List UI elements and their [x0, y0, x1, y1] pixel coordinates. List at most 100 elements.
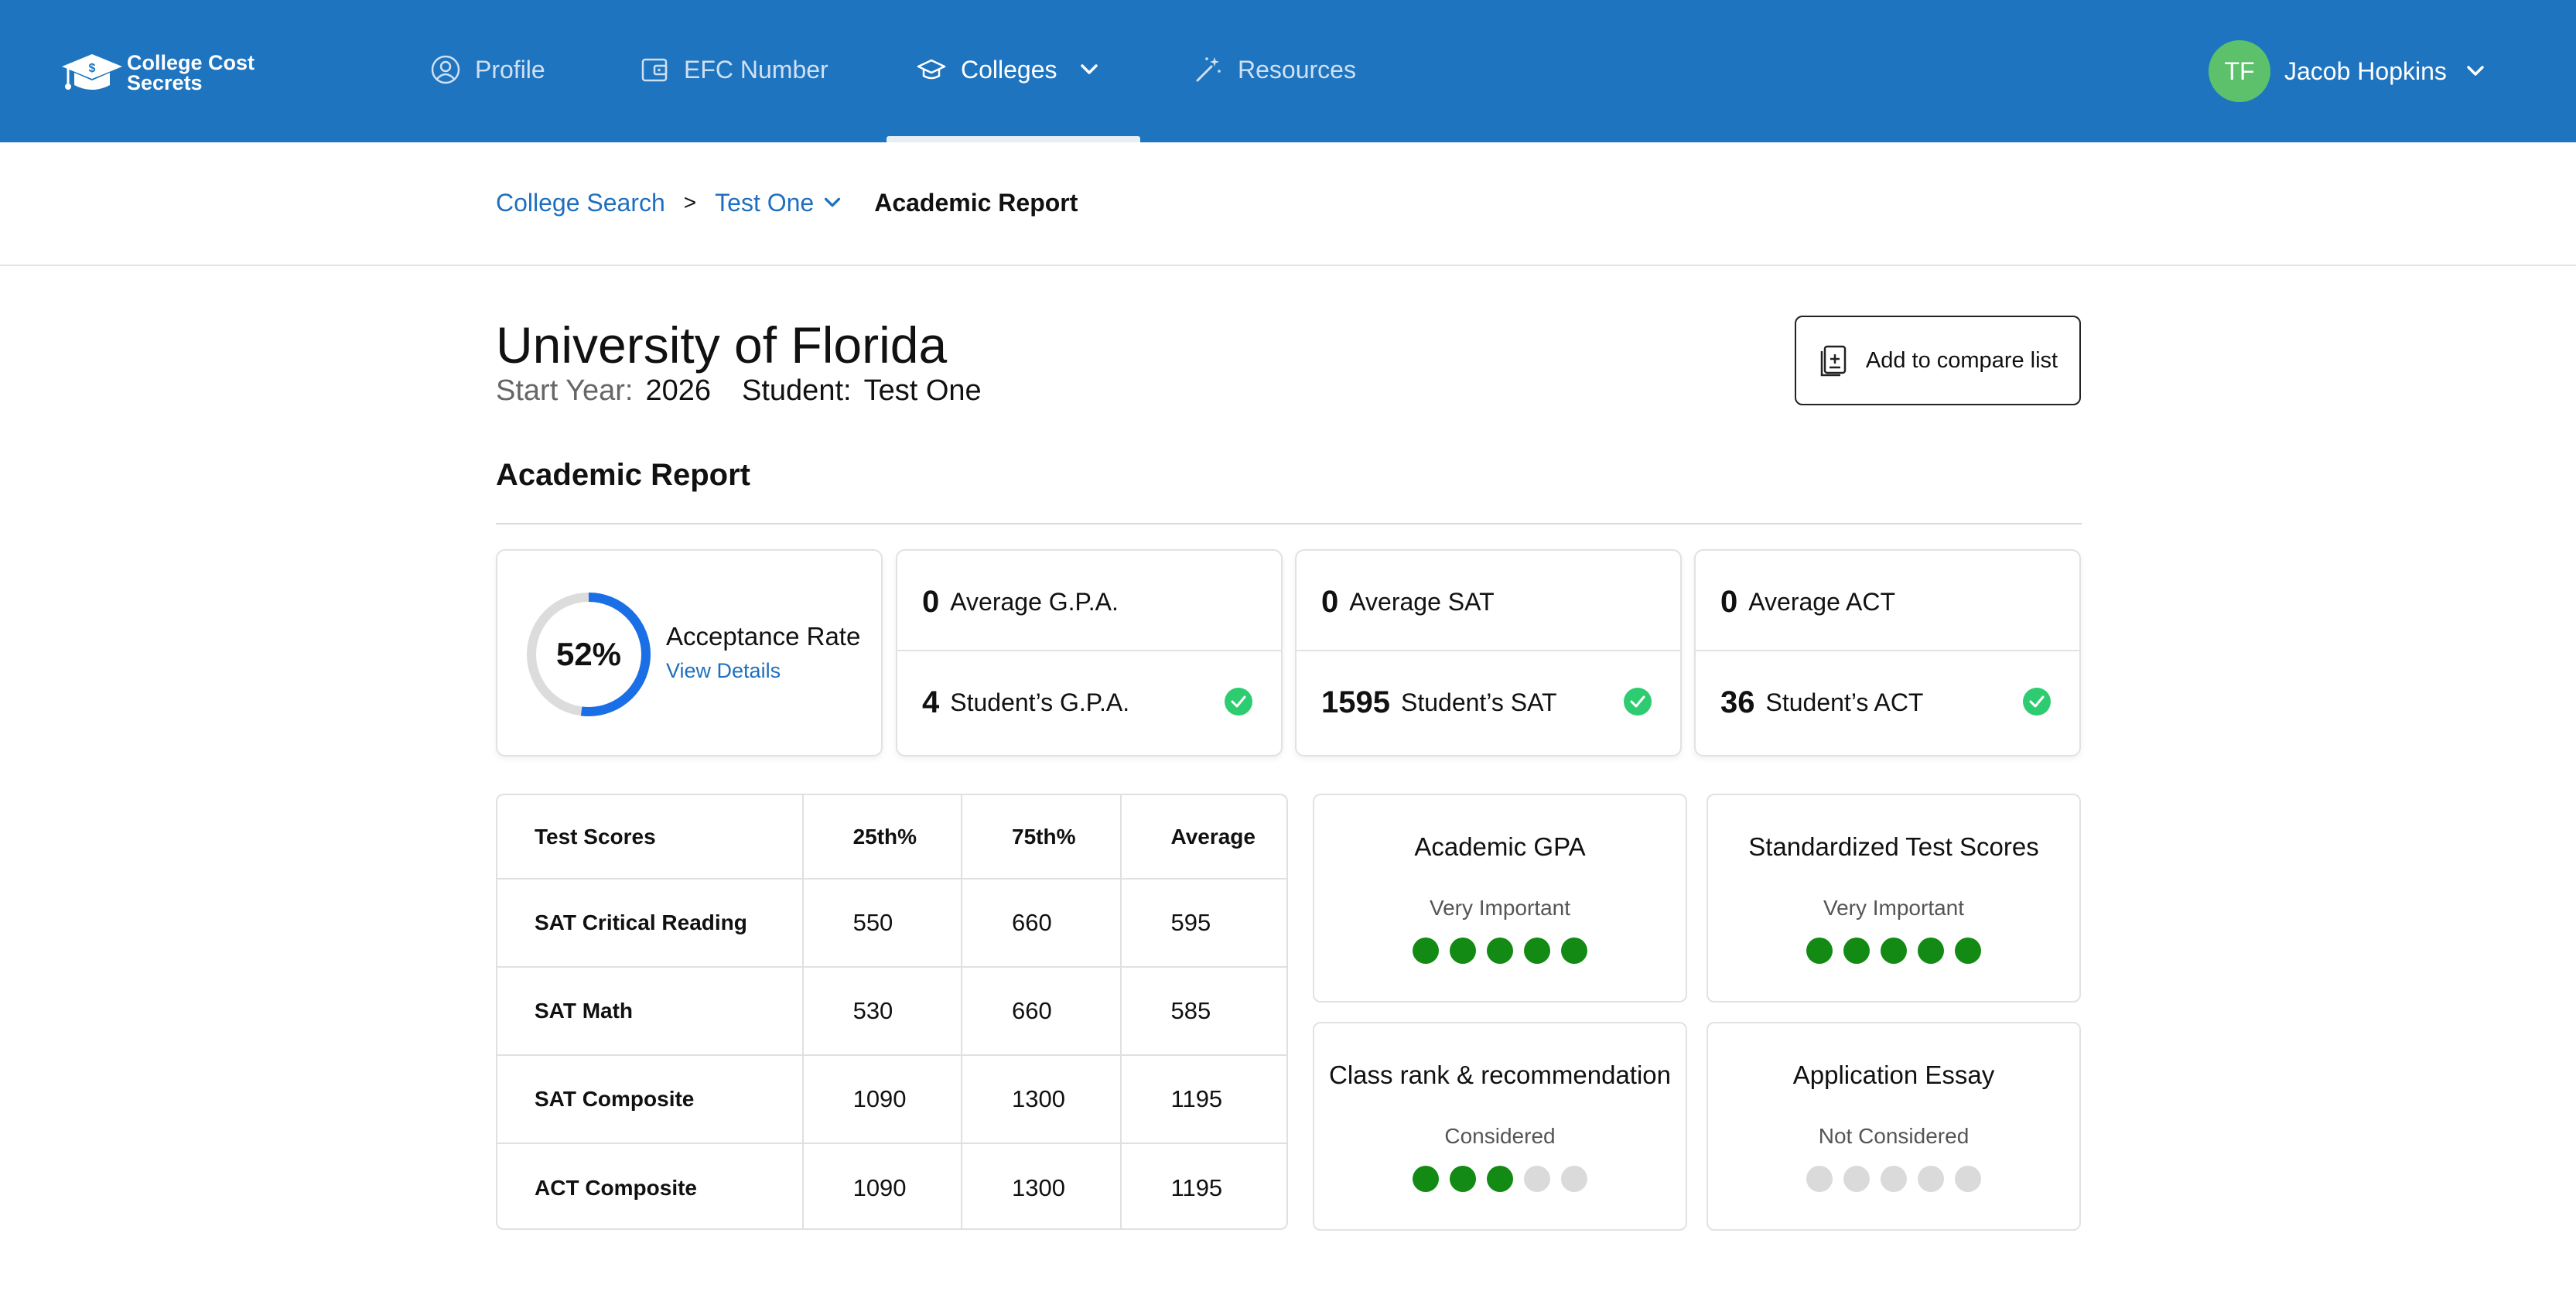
- add-to-compare-button[interactable]: Add to compare list: [1795, 316, 2081, 405]
- rating-dot-filled: [1843, 938, 1870, 964]
- table-row: SAT Composite 1090 1300 1195: [497, 1055, 1286, 1144]
- column-header: Average: [1120, 795, 1286, 880]
- nav-efc-label: EFC Number: [684, 55, 828, 84]
- column-header: 25th%: [802, 795, 963, 880]
- rating-dot-filled: [1450, 938, 1476, 964]
- card-divider: [1696, 650, 2079, 651]
- table-cell: 530: [802, 967, 963, 1056]
- row-label: SAT Math: [497, 967, 804, 1056]
- table-cell: 1300: [962, 1143, 1122, 1228]
- importance-card-test-scores: Standardized Test Scores Very Important: [1707, 794, 2081, 1003]
- brand-line-2: Secrets: [127, 71, 203, 94]
- importance-card-class-rank: Class rank & recommendation Considered: [1313, 1022, 1687, 1231]
- nav-colleges[interactable]: Colleges: [916, 53, 1101, 87]
- rating-dot-filled: [1806, 938, 1833, 964]
- brand-logo[interactable]: $ College Cost Secrets: [60, 48, 261, 97]
- table-cell: 660: [962, 967, 1122, 1056]
- nav-colleges-label: Colleges: [961, 55, 1057, 84]
- rating-dot-empty: [1843, 1166, 1870, 1192]
- table-row: SAT Math 530 660 585: [497, 967, 1286, 1056]
- rating-dot-empty: [1955, 1166, 1981, 1192]
- table-cell: 585: [1120, 967, 1286, 1056]
- table-row: SAT Critical Reading 550 660 595: [497, 879, 1286, 968]
- rating-dot-filled: [1413, 1166, 1439, 1192]
- average-sat: 0 Average SAT: [1321, 579, 1495, 625]
- importance-level: Not Considered: [1818, 1124, 1970, 1148]
- breadcrumb-student-select[interactable]: Test One: [715, 189, 843, 217]
- breadcrumb-college-search[interactable]: College Search: [496, 189, 665, 217]
- importance-rating: [1314, 1166, 1686, 1192]
- table-cell: 1300: [962, 1055, 1122, 1144]
- nav-resources-label: Resources: [1238, 55, 1356, 84]
- student-sat-label: Student’s SAT: [1400, 688, 1557, 716]
- table-cell: 1195: [1120, 1055, 1286, 1144]
- nav-resources[interactable]: Resources: [1193, 53, 1356, 87]
- breadcrumb-separator: >: [683, 190, 697, 214]
- user-menu[interactable]: TF Jacob Hopkins: [2209, 40, 2487, 102]
- student-gpa-label: Student’s G.P.A.: [950, 688, 1130, 716]
- table-cell: 1090: [802, 1055, 963, 1144]
- student-act-label: Student’s ACT: [1765, 688, 1924, 716]
- acceptance-rate-value: 52%: [555, 636, 622, 672]
- student-sat: 1595 Student’s SAT: [1321, 679, 1557, 726]
- average-gpa: 0 Average G.P.A.: [922, 579, 1119, 625]
- magic-wand-icon: [1196, 57, 1221, 82]
- importance-rating: [1708, 938, 2079, 964]
- row-label: ACT Composite: [497, 1143, 804, 1228]
- rating-dot-empty: [1918, 1166, 1944, 1192]
- chevron-down-icon: [825, 197, 841, 207]
- rating-dot-filled: [1487, 938, 1513, 964]
- graduation-cap-icon: [917, 59, 946, 80]
- brand-name: College Cost Secrets: [127, 51, 255, 94]
- chevron-down-icon: [2467, 66, 2484, 76]
- wallet-icon: [641, 58, 668, 82]
- graduation-cap-logo-icon: $: [62, 54, 122, 90]
- rating-dot-filled: [1561, 938, 1587, 964]
- add-to-compare-label: Add to compare list: [1865, 347, 2058, 373]
- student-value: Test One: [863, 374, 982, 407]
- nav-efc-number[interactable]: EFC Number: [639, 53, 828, 87]
- student-label: Student:: [742, 374, 852, 407]
- table-cell: 1090: [802, 1143, 963, 1228]
- check-circle-icon: [1624, 688, 1652, 716]
- gpa-card: 0 Average G.P.A. 4 Student’s G.P.A.: [896, 549, 1283, 757]
- average-sat-label: Average SAT: [1349, 587, 1495, 616]
- active-tab-indicator: [887, 136, 1140, 142]
- check-circle-icon: [2023, 688, 2051, 716]
- rating-dot-empty: [1806, 1166, 1833, 1192]
- breadcrumb: College Search > Test One Academic Repor…: [496, 187, 1078, 218]
- row-label: SAT Critical Reading: [497, 879, 804, 968]
- importance-card-essay: Application Essay Not Considered: [1707, 1022, 2081, 1231]
- brand-line-1: College Cost: [127, 51, 255, 74]
- card-divider: [897, 650, 1281, 651]
- test-scores-table: Test Scores 25th% 75th% Average SAT Crit…: [496, 794, 1288, 1230]
- average-act: 0 Average ACT: [1720, 579, 1895, 625]
- column-header: Test Scores: [497, 795, 804, 880]
- rating-dot-empty: [1524, 1166, 1550, 1192]
- start-year-value: 2026: [645, 374, 712, 407]
- average-gpa-label: Average G.P.A.: [950, 587, 1119, 616]
- sat-card: 0 Average SAT 1595 Student’s SAT: [1295, 549, 1682, 757]
- nav-profile[interactable]: Profile: [430, 53, 545, 87]
- rating-dot-filled: [1955, 938, 1981, 964]
- student-act: 36 Student’s ACT: [1720, 679, 1923, 726]
- breadcrumb-student-label: Test One: [715, 188, 815, 217]
- view-details-link[interactable]: View Details: [666, 659, 781, 683]
- rating-dot-filled: [1918, 938, 1944, 964]
- user-name: Jacob Hopkins: [2284, 56, 2447, 85]
- rating-dot-empty: [1881, 1166, 1907, 1192]
- breadcrumb-current: Academic Report: [874, 188, 1078, 217]
- average-act-value: 0: [1720, 584, 1738, 619]
- page-title: University of Florida: [496, 316, 948, 374]
- header-divider: [0, 265, 2576, 266]
- user-circle-icon: [431, 55, 460, 84]
- table-cell: 550: [802, 879, 963, 968]
- table-header-row: Test Scores 25th% 75th% Average: [497, 795, 1286, 880]
- student-gpa: 4 Student’s G.P.A.: [922, 679, 1129, 726]
- chevron-down-icon: [1080, 64, 1098, 74]
- card-divider: [1297, 650, 1680, 651]
- avatar: TF: [2209, 40, 2270, 102]
- table-cell: 1195: [1170, 1173, 1223, 1201]
- college-meta: Start Year: 2026 Student: Test One: [496, 374, 982, 408]
- section-title: Academic Report: [496, 458, 750, 492]
